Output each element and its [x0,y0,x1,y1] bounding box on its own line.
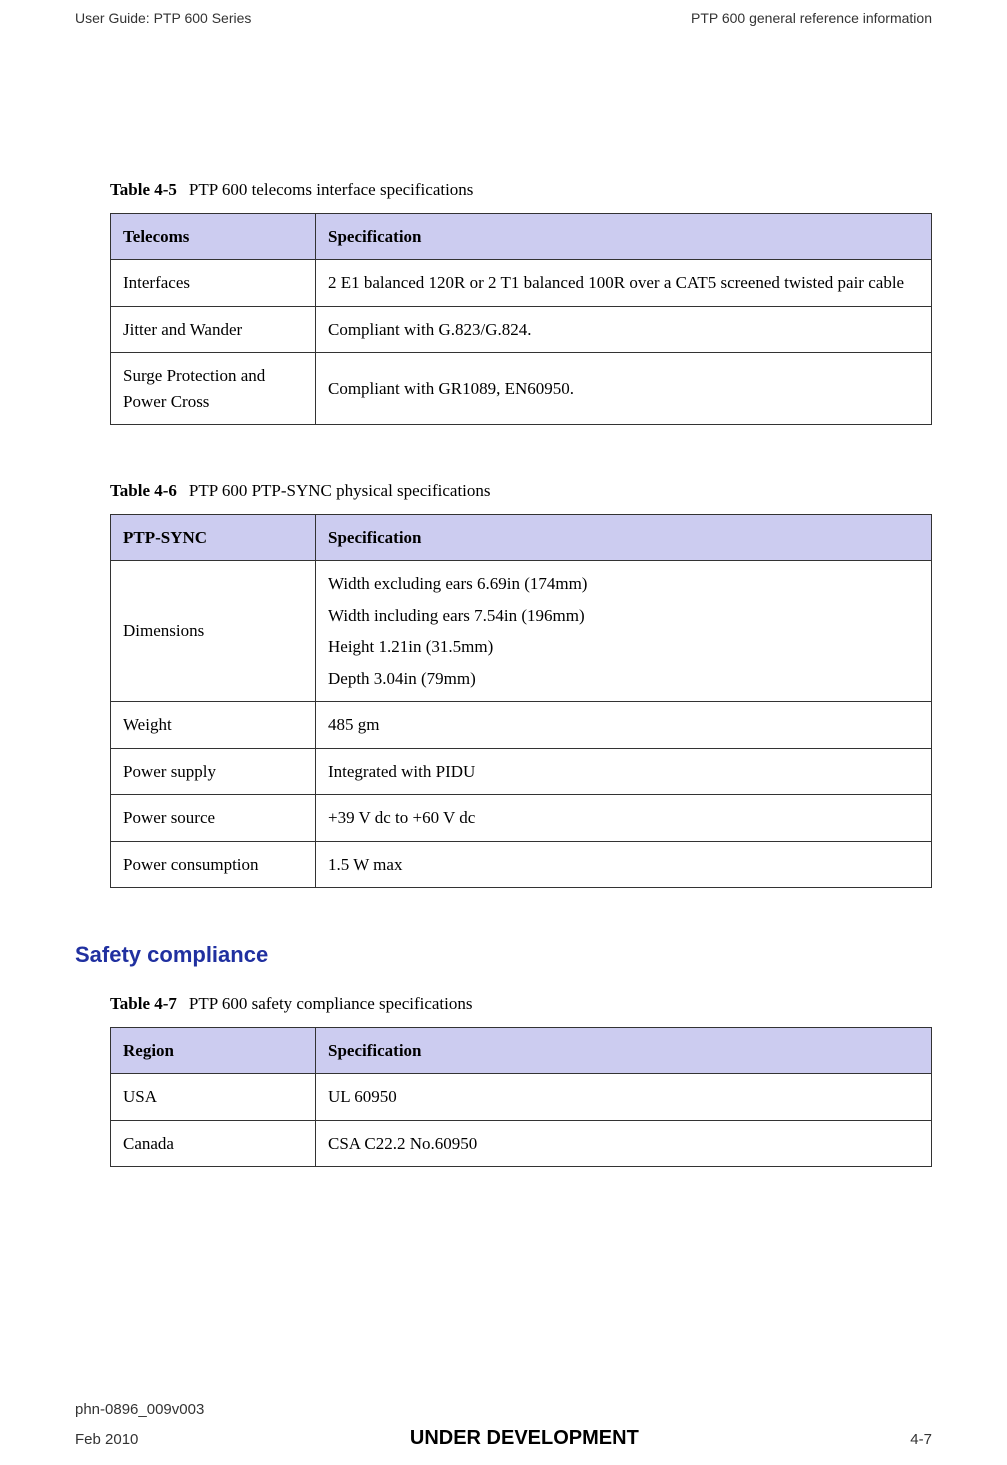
table-row: Dimensions Width excluding ears 6.69in (… [111,561,932,702]
table-row: Interfaces 2 E1 balanced 120R or 2 T1 ba… [111,260,932,307]
table-4-5-header-col1: Telecoms [111,213,316,260]
table-4-6-caption: Table 4-6 PTP 600 PTP-SYNC physical speci… [110,478,932,504]
cell: Compliant with G.823/G.824. [316,306,932,353]
dim-line: Width including ears 7.54in (196mm) [328,603,919,629]
cell: Compliant with GR1089, EN60950. [316,353,932,425]
footer-center: UNDER DEVELOPMENT [410,1423,639,1453]
footer-date: Feb 2010 [75,1429,138,1452]
table-4-7-header-col2: Specification [316,1027,932,1074]
table-4-7-title: PTP 600 safety compliance specifications [189,994,473,1013]
table-4-6-header-col1: PTP-SYNC [111,514,316,561]
header-left: User Guide: PTP 600 Series [75,8,251,29]
table-4-5-title: PTP 600 telecoms interface specification… [189,180,474,199]
table-4-7-label: Table 4-7 [110,994,177,1013]
table-row: USA UL 60950 [111,1074,932,1121]
cell: Integrated with PIDU [316,748,932,795]
table-4-6: PTP-SYNC Specification Dimensions Width … [110,514,932,889]
table-4-7-caption: Table 4-7 PTP 600 safety compliance speci… [110,991,932,1017]
footer-doc-id: phn-0896_009v003 [75,1399,932,1422]
table-row: Weight 485 gm [111,702,932,749]
table-row: Power consumption 1.5 W max [111,841,932,888]
cell: 485 gm [316,702,932,749]
section-heading-safety: Safety compliance [75,938,932,971]
table-4-7: Region Specification USA UL 60950 Canada… [110,1027,932,1168]
cell: Canada [111,1120,316,1167]
table-row: Jitter and Wander Compliant with G.823/G… [111,306,932,353]
dim-line: Height 1.21in (31.5mm) [328,634,919,660]
cell: 2 E1 balanced 120R or 2 T1 balanced 100R… [316,260,932,307]
cell: Jitter and Wander [111,306,316,353]
footer-page-number: 4-7 [910,1429,932,1452]
cell: CSA C22.2 No.60950 [316,1120,932,1167]
dim-line: Width excluding ears 6.69in (174mm) [328,571,919,597]
cell: UL 60950 [316,1074,932,1121]
table-4-5: Telecoms Specification Interfaces 2 E1 b… [110,213,932,426]
cell: Width excluding ears 6.69in (174mm) Widt… [316,561,932,702]
cell: Weight [111,702,316,749]
header-right: PTP 600 general reference information [691,8,932,29]
dim-line: Depth 3.04in (79mm) [328,666,919,692]
table-4-6-title: PTP 600 PTP-SYNC physical specifications [189,481,491,500]
page-header: User Guide: PTP 600 Series PTP 600 gener… [75,0,932,29]
cell: 1.5 W max [316,841,932,888]
page-footer: phn-0896_009v003 Feb 2010 UNDER DEVELOPM… [75,1399,932,1454]
cell: USA [111,1074,316,1121]
cell: Power consumption [111,841,316,888]
table-4-5-label: Table 4-5 [110,180,177,199]
table-4-6-header-col2: Specification [316,514,932,561]
table-4-7-header-col1: Region [111,1027,316,1074]
table-row: Canada CSA C22.2 No.60950 [111,1120,932,1167]
table-4-5-header-col2: Specification [316,213,932,260]
cell: Power source [111,795,316,842]
cell: Interfaces [111,260,316,307]
table-row: Surge Protection and Power Cross Complia… [111,353,932,425]
table-4-6-label: Table 4-6 [110,481,177,500]
cell: Surge Protection and Power Cross [111,353,316,425]
table-row: Power source +39 V dc to +60 V dc [111,795,932,842]
cell: Power supply [111,748,316,795]
table-4-5-caption: Table 4-5 PTP 600 telecoms interface spec… [110,177,932,203]
cell: +39 V dc to +60 V dc [316,795,932,842]
table-row: Power supply Integrated with PIDU [111,748,932,795]
cell: Dimensions [111,561,316,702]
